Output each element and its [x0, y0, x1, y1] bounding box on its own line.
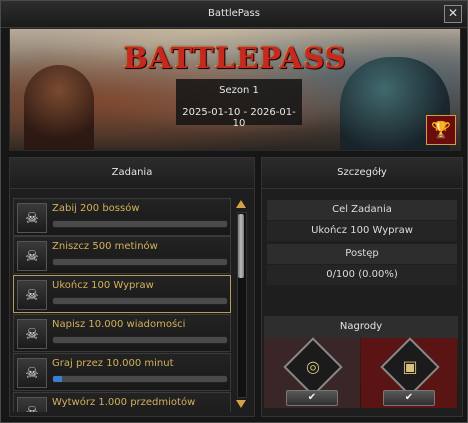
- task-progress-bar: [52, 297, 228, 305]
- task-progress-bar: [52, 220, 228, 228]
- skull-icon: ☠: [17, 358, 47, 388]
- skull-icon: ☠: [17, 241, 47, 271]
- task-label: Zniszcz 500 metinów: [52, 241, 158, 252]
- goal-header: Cel Zadania: [267, 200, 457, 220]
- task-item[interactable]: ☠ Zniszcz 500 metinów: [13, 236, 231, 274]
- goal-value: Ukończ 100 Wypraw: [267, 221, 457, 241]
- reward-slot: ◎ ✔: [264, 337, 360, 408]
- battlepass-window: BattlePass ✕ BATTLEPASS Sezon 1 2025-01-…: [0, 0, 468, 423]
- rewards-header: Nagrody: [264, 316, 458, 338]
- season-dates: 2025-01-10 - 2026-01-10: [182, 107, 296, 129]
- task-item[interactable]: ☠ Zabij 200 bossów: [13, 198, 231, 236]
- season-label: Sezon 1: [219, 85, 259, 96]
- window-title: BattlePass: [208, 8, 260, 19]
- banner-warrior-left: [24, 65, 94, 150]
- scroll-thumb[interactable]: [238, 214, 244, 278]
- task-progress-bar: [52, 258, 228, 266]
- task-label: Ukończ 100 Wypraw: [52, 280, 154, 291]
- skull-icon: ☠: [17, 397, 47, 412]
- task-list-scrollbar[interactable]: [234, 198, 248, 410]
- progress-value: 0/100 (0.00%): [267, 265, 457, 285]
- task-item[interactable]: ☠ Wytwórz 1.000 przedmiotów: [13, 392, 231, 412]
- task-progress-bar: [52, 336, 228, 344]
- claim-reward-button[interactable]: ✔: [286, 390, 338, 406]
- task-list: ☠ Zabij 200 bossów ☠ Zniszcz 500 metinów…: [13, 196, 231, 412]
- task-label: Wytwórz 1.000 przedmiotów: [52, 397, 196, 408]
- claim-reward-button[interactable]: ✔: [383, 390, 435, 406]
- tasks-panel-title: Zadania: [10, 158, 254, 189]
- chest-icon[interactable]: ▣: [380, 337, 440, 397]
- scroll-down-arrow-icon[interactable]: [236, 400, 246, 408]
- skull-icon: ☠: [17, 203, 47, 233]
- season-banner: BATTLEPASS Sezon 1 2025-01-10 - 2026-01-…: [9, 28, 461, 151]
- skull-icon: ☠: [17, 280, 47, 310]
- reward-slot: ▣ ✔: [361, 337, 457, 408]
- scroll-up-arrow-icon[interactable]: [236, 200, 246, 208]
- ring-icon[interactable]: ◎: [283, 337, 343, 397]
- skull-icon: ☠: [17, 319, 47, 349]
- tasks-panel: Zadania ☠ Zabij 200 bossów ☠ Zniszcz 500…: [9, 157, 255, 417]
- rewards-section: Nagrody ◎ ✔ ▣ ✔: [264, 316, 458, 408]
- details-panel-title: Szczegóły: [262, 158, 462, 189]
- task-progress-bar: [52, 375, 228, 383]
- task-label: Graj przez 10.000 minut: [52, 358, 174, 369]
- task-item-selected[interactable]: ☠ Ukończ 100 Wypraw: [13, 275, 231, 313]
- task-item[interactable]: ☠ Napisz 10.000 wiadomości: [13, 314, 231, 352]
- task-label: Zabij 200 bossów: [52, 203, 140, 214]
- battlepass-logo: BATTLEPASS: [123, 41, 347, 75]
- task-label: Napisz 10.000 wiadomości: [52, 319, 186, 330]
- progress-header: Postęp: [267, 244, 457, 264]
- trophy-icon[interactable]: 🏆: [426, 115, 456, 145]
- task-progress-fill: [53, 376, 62, 382]
- details-panel: Szczegóły Cel Zadania Ukończ 100 Wypraw …: [261, 157, 463, 417]
- close-button[interactable]: ✕: [444, 5, 462, 23]
- title-bar[interactable]: BattlePass ✕: [1, 1, 467, 28]
- task-item[interactable]: ☠ Graj przez 10.000 minut: [13, 353, 231, 391]
- season-info: Sezon 1 2025-01-10 - 2026-01-10: [176, 79, 302, 129]
